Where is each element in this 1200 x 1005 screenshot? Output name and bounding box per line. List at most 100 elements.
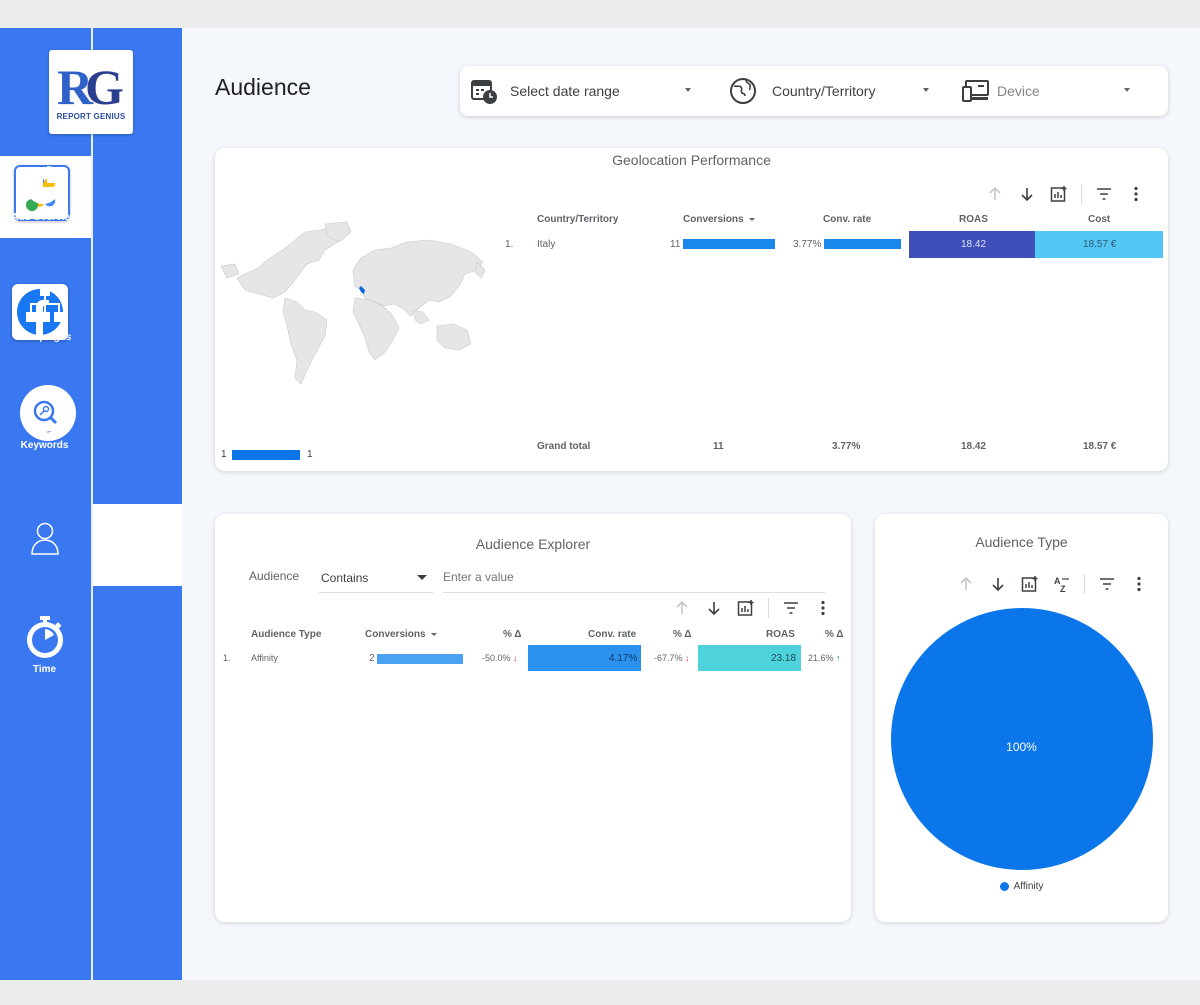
sort-ascending-button[interactable] — [950, 572, 982, 596]
date-range-control[interactable]: Select date range — [470, 66, 710, 116]
device-dropdown-icon[interactable] — [1124, 88, 1130, 92]
arrow-down-icon — [708, 602, 720, 616]
filter-button[interactable] — [1088, 182, 1120, 206]
row-audience-type[interactable]: Affinity — [251, 653, 278, 663]
operator-select[interactable]: Contains — [321, 571, 368, 585]
value-input[interactable] — [443, 566, 825, 588]
nav-label: Campaigns — [17, 332, 72, 343]
nav-audience[interactable]: Audience — [0, 514, 89, 571]
rg-logo-icon: R G — [57, 59, 124, 110]
key-search-icon — [25, 394, 64, 432]
sort-ascending-button[interactable] — [666, 596, 698, 620]
calendar-clock-icon — [471, 80, 497, 104]
conv-rate-bar — [824, 239, 901, 249]
col-conv-rate[interactable]: Conv. rate — [823, 214, 871, 225]
sort-descending-button[interactable] — [982, 572, 1014, 596]
pie-legend: Affinity — [875, 881, 1168, 892]
row-index: 1. — [223, 653, 231, 663]
chart-add-icon — [737, 600, 754, 616]
arrow-down-icon — [992, 578, 1004, 592]
more-options-button[interactable] — [1123, 572, 1155, 596]
report-genius-logo[interactable]: R G REPORT GENIUS — [49, 50, 133, 134]
row-index: 1. — [505, 239, 514, 250]
rate-delta-value: -67.7% — [654, 653, 683, 663]
map-legend-max: 1 — [307, 449, 313, 460]
date-range-label: Select date range — [510, 83, 620, 99]
geolocation-card: Geolocation Performance 1 1 Country/Terr… — [215, 148, 1168, 471]
audience-explorer-title: Audience Explorer — [475, 536, 591, 552]
filter-bar: Select date range Country/Territory Devi… — [460, 66, 1168, 116]
nav-active-highlight — [93, 504, 182, 586]
total-conversions: 11 — [713, 441, 724, 452]
filter-icon — [784, 602, 798, 614]
app-frame: R G REPORT GENIUS Ads Overview Campaigns… — [0, 28, 1200, 980]
more-options-button[interactable] — [807, 596, 839, 620]
conv-delta: -50.0% ↓ — [482, 653, 518, 663]
col-conv-delta[interactable]: % Δ — [503, 629, 522, 640]
col-roas[interactable]: ROAS — [959, 214, 988, 225]
sort-descending-button[interactable] — [1011, 182, 1043, 206]
nav-time[interactable]: Time — [0, 614, 89, 675]
col-roas-delta[interactable]: % Δ — [825, 629, 844, 640]
add-metric-button[interactable] — [1043, 182, 1075, 206]
roas-delta: 21.6% ↑ — [808, 653, 841, 663]
pie-slice-affinity[interactable] — [891, 608, 1153, 870]
total-roas: 18.42 — [961, 441, 987, 452]
col-conversions-label: Conversions — [683, 214, 744, 225]
geo-toolbar — [979, 182, 1152, 206]
operator-dropdown-icon[interactable] — [417, 575, 427, 580]
col-roas[interactable]: ROAS — [766, 629, 795, 640]
col-conv-rate[interactable]: Conv. rate — [588, 629, 636, 640]
row-conv-rate: 4.17% — [609, 653, 638, 664]
country-control[interactable]: Country/Territory — [728, 66, 938, 116]
col-rate-delta[interactable]: % Δ — [673, 629, 692, 640]
filter-button[interactable] — [775, 596, 807, 620]
audience-explorer-card: Audience Explorer Audience Contains Ente… — [215, 514, 851, 922]
row-country[interactable]: Italy — [537, 239, 555, 250]
nav-label: Time — [32, 664, 57, 675]
map-legend-gradient — [232, 450, 300, 460]
filter-icon — [1097, 188, 1111, 200]
nav-campaigns[interactable]: Campaigns — [0, 284, 89, 343]
audience-type-pie — [891, 608, 1153, 870]
filter-button[interactable] — [1091, 572, 1123, 596]
sort-descending-button[interactable] — [698, 596, 730, 620]
row-cost: 18.57 € — [1083, 239, 1117, 250]
toolbar-divider — [1081, 184, 1082, 204]
grand-total-label: Grand total — [537, 441, 591, 452]
col-cost[interactable]: Cost — [1088, 214, 1110, 225]
hierarchy-icon — [25, 286, 64, 322]
country-dropdown-icon[interactable] — [923, 88, 929, 92]
toolbar-divider — [1084, 574, 1085, 594]
more-options-button[interactable] — [1120, 182, 1152, 206]
conversions-bar — [683, 239, 775, 249]
col-country[interactable]: Country/Territory — [537, 214, 619, 225]
sort-alpha-icon: AZ — [1054, 576, 1069, 593]
arrow-up-icon — [989, 186, 1001, 200]
row-roas: 23.18 — [771, 653, 797, 664]
sort-ascending-button[interactable] — [979, 182, 1011, 206]
conv-delta-value: -50.0% — [482, 653, 511, 663]
col-conversions[interactable]: Conversions — [683, 214, 755, 225]
map-legend-min: 1 — [221, 449, 227, 460]
down-arrow-icon: ↓ — [513, 653, 518, 663]
down-arrow-icon: ↓ — [685, 653, 690, 663]
audience-filter-label: Audience — [249, 569, 300, 583]
col-audience-type[interactable]: Audience Type — [251, 629, 321, 640]
geolocation-title: Geolocation Performance — [612, 152, 771, 168]
col-conversions[interactable]: Conversions — [365, 629, 437, 640]
audience-type-title: Audience Type — [975, 534, 1068, 550]
filter-icon — [1100, 578, 1114, 590]
rate-delta: -67.7% ↓ — [654, 653, 690, 663]
add-metric-button[interactable] — [730, 596, 762, 620]
pie-chart-icon — [25, 166, 64, 204]
nav-ads-overview[interactable]: Ads Overview — [0, 164, 89, 223]
value-underline — [443, 592, 825, 593]
nav-keywords[interactable]: Keywords — [0, 392, 89, 451]
add-metric-button[interactable] — [1014, 572, 1046, 596]
sort-caret-icon — [748, 217, 755, 221]
date-range-dropdown-icon[interactable] — [685, 88, 691, 92]
roas-delta-value: 21.6% — [808, 653, 834, 663]
sort-az-button[interactable]: AZ — [1046, 572, 1078, 596]
toolbar-divider — [768, 598, 769, 618]
